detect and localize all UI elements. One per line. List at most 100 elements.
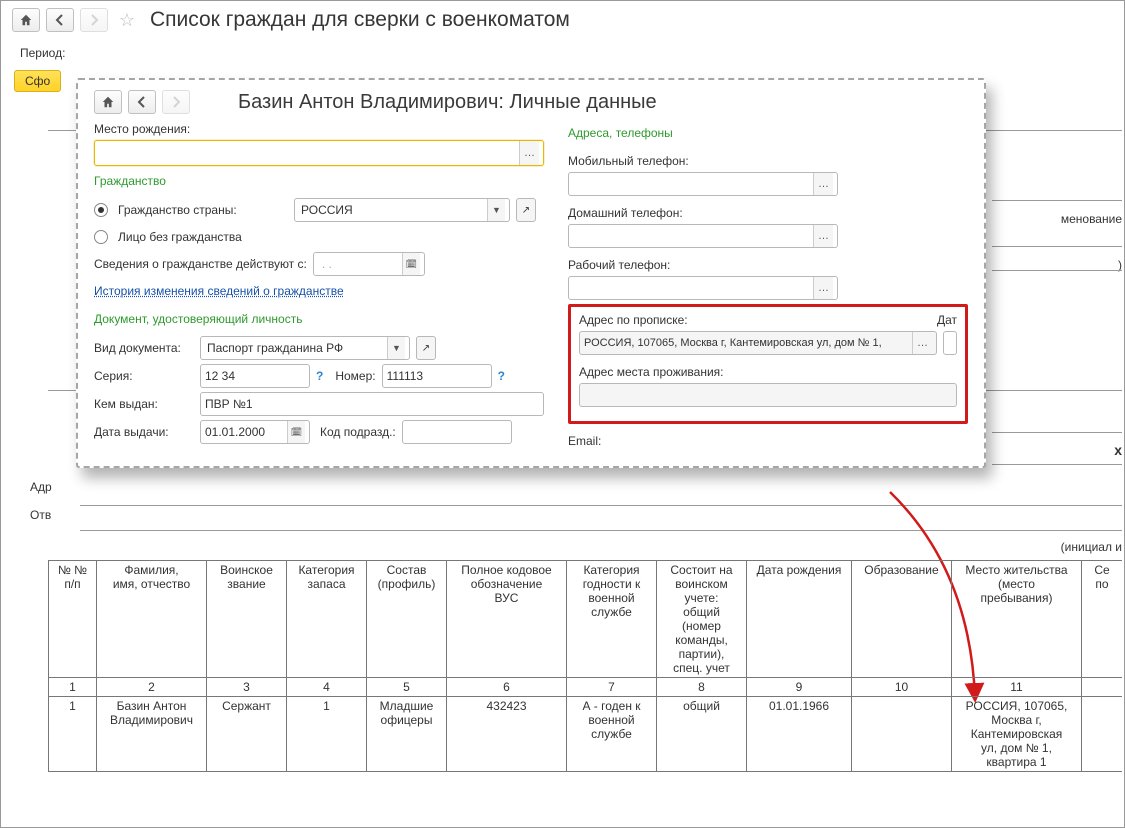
dialog-title: Базин Антон Владимирович: Личные данные: [238, 91, 657, 114]
page-title: Список граждан для сверки с военкоматом: [150, 8, 570, 32]
res-addr-label: Адрес места проживания:: [579, 365, 957, 379]
address-highlight-box: Адрес по прописке: Дат РОССИЯ, 107065, М…: [568, 304, 968, 424]
back-button-dialog[interactable]: [128, 90, 156, 114]
number-label: Номер:: [335, 369, 375, 383]
th-dob: Дата рождения: [747, 561, 852, 678]
cell-fitness: А - годен к военной службе: [567, 697, 657, 772]
subdiv-label: Код подразд.:: [320, 425, 396, 439]
res-addr-input[interactable]: [579, 383, 957, 407]
home-input[interactable]: …: [568, 224, 838, 248]
calendar-icon[interactable]: 🗓: [402, 253, 420, 275]
th-fitness: Категория годности к военной службе: [567, 561, 657, 678]
cell-vus: 432423: [447, 697, 567, 772]
doc-type-value: Паспорт гражданина РФ: [205, 341, 387, 355]
bg-text-frag-1: менование: [1061, 212, 1122, 226]
home-label: Домашний телефон:: [568, 206, 968, 220]
cell-dob: 01.01.1966: [747, 697, 852, 772]
citizens-table: № № п/п Фамилия, имя, отчество Воинское …: [48, 560, 1122, 772]
home-button-main[interactable]: [12, 8, 40, 32]
bg-initials-frag: (инициал и: [1061, 540, 1122, 554]
radio-stateless-label: Лицо без гражданства: [118, 230, 242, 244]
bg-label-otv: Отв: [30, 508, 90, 522]
citizenship-date-label: Сведения о гражданстве действуют с:: [94, 257, 307, 271]
email-label: Email:: [568, 434, 968, 448]
doc-type-label: Вид документа:: [94, 341, 194, 355]
addresses-section: Адреса, телефоны: [568, 126, 673, 140]
forward-button-main: [80, 8, 108, 32]
series-value: 12 34: [205, 369, 235, 383]
issue-date-value: 01.01.2000: [205, 425, 287, 439]
birthplace-label: Место рождения:: [94, 122, 544, 136]
date-frag-label: Дат: [937, 313, 957, 327]
cell-fio: Базин Антон Владимирович: [97, 697, 207, 772]
number-help-icon[interactable]: ?: [498, 369, 505, 383]
work-more-icon[interactable]: …: [813, 277, 833, 299]
back-button-main[interactable]: [46, 8, 74, 32]
issued-by-value: ПВР №1: [205, 397, 253, 411]
country-field[interactable]: РОССИЯ ▼: [294, 198, 510, 222]
number-value: 111113: [387, 369, 423, 383]
bg-text-frag-x: x: [1114, 442, 1122, 458]
cell-composition: Младшие офицеры: [367, 697, 447, 772]
reg-addr-value: РОССИЯ, 107065, Москва г, Кантемировская…: [584, 337, 912, 349]
citizenship-date-value: . .: [318, 257, 402, 271]
cell-residence: РОССИЯ, 107065, Москва г, Кантемировская…: [952, 697, 1082, 772]
issued-by-label: Кем выдан:: [94, 397, 194, 411]
period-label: Период:: [20, 46, 65, 60]
country-dropdown-icon[interactable]: ▼: [487, 199, 505, 221]
mobile-input[interactable]: …: [568, 172, 838, 196]
home-button-dialog[interactable]: [94, 90, 122, 114]
mobile-label: Мобильный телефон:: [568, 154, 968, 168]
th-reserve: Категория запаса: [287, 561, 367, 678]
issue-date-label: Дата выдачи:: [94, 425, 194, 439]
subdiv-input[interactable]: [402, 420, 512, 444]
th-vus: Полное кодовое обозначение ВУС: [447, 561, 567, 678]
country-open-icon[interactable]: ↗: [516, 198, 536, 222]
issue-date-input[interactable]: 01.01.2000 🗓: [200, 420, 310, 444]
cell-rank: Сержант: [207, 697, 287, 772]
work-input[interactable]: …: [568, 276, 838, 300]
issued-by-input[interactable]: ПВР №1: [200, 392, 544, 416]
reg-addr-input[interactable]: РОССИЯ, 107065, Москва г, Кантемировская…: [579, 331, 937, 355]
radio-country[interactable]: [94, 203, 108, 217]
cell-reserve: 1: [287, 697, 367, 772]
home-more-icon[interactable]: …: [813, 225, 833, 247]
th-education: Образование: [852, 561, 952, 678]
mobile-more-icon[interactable]: …: [813, 173, 833, 195]
favorite-star-icon[interactable]: ☆: [116, 9, 138, 31]
doc-type-field[interactable]: Паспорт гражданина РФ ▼: [200, 336, 410, 360]
series-label: Серия:: [94, 369, 194, 383]
th-se-frag: Се по: [1082, 561, 1123, 678]
reg-addr-side-box: [943, 331, 957, 355]
reg-addr-more-icon[interactable]: …: [912, 332, 932, 354]
series-input[interactable]: 12 34: [200, 364, 310, 388]
series-help-icon[interactable]: ?: [316, 369, 323, 383]
bg-label-addr: Адр: [30, 480, 90, 494]
birthplace-more-icon[interactable]: …: [519, 141, 539, 165]
th-residence: Место жительства (место пребывания): [952, 561, 1082, 678]
identity-section: Документ, удостоверяющий личность: [94, 312, 302, 326]
citizenship-date-input[interactable]: . . 🗓: [313, 252, 425, 276]
doc-type-dropdown-icon[interactable]: ▼: [387, 337, 405, 359]
data-row[interactable]: 1 Базин Антон Владимирович Сержант 1 Мла…: [49, 697, 1123, 772]
citizenship-history-link[interactable]: История изменения сведений о гражданстве: [94, 284, 344, 298]
number-input[interactable]: 111113: [382, 364, 492, 388]
work-label: Рабочий телефон:: [568, 258, 968, 272]
birthplace-input[interactable]: …: [94, 140, 544, 166]
country-value: РОССИЯ: [299, 203, 487, 217]
cell-num: 1: [49, 697, 97, 772]
forward-button-dialog: [162, 90, 190, 114]
radio-country-label: Гражданство страны:: [118, 203, 288, 217]
th-rank: Воинское звание: [207, 561, 287, 678]
cell-reg: общий: [657, 697, 747, 772]
th-fio: Фамилия, имя, отчество: [97, 561, 207, 678]
issue-date-calendar-icon[interactable]: 🗓: [287, 421, 305, 443]
reg-addr-label: Адрес по прописке:: [579, 313, 937, 327]
radio-stateless[interactable]: [94, 230, 108, 244]
th-num: № № п/п: [49, 561, 97, 678]
index-row: 1 2 3 4 5 6 7 8 9 10 11: [49, 678, 1123, 697]
cell-education: [852, 697, 952, 772]
doc-type-open-icon[interactable]: ↗: [416, 336, 436, 360]
th-reg: Состоит на воинском учете: общий (номер …: [657, 561, 747, 678]
form-button-frag[interactable]: Сфо: [14, 70, 61, 92]
